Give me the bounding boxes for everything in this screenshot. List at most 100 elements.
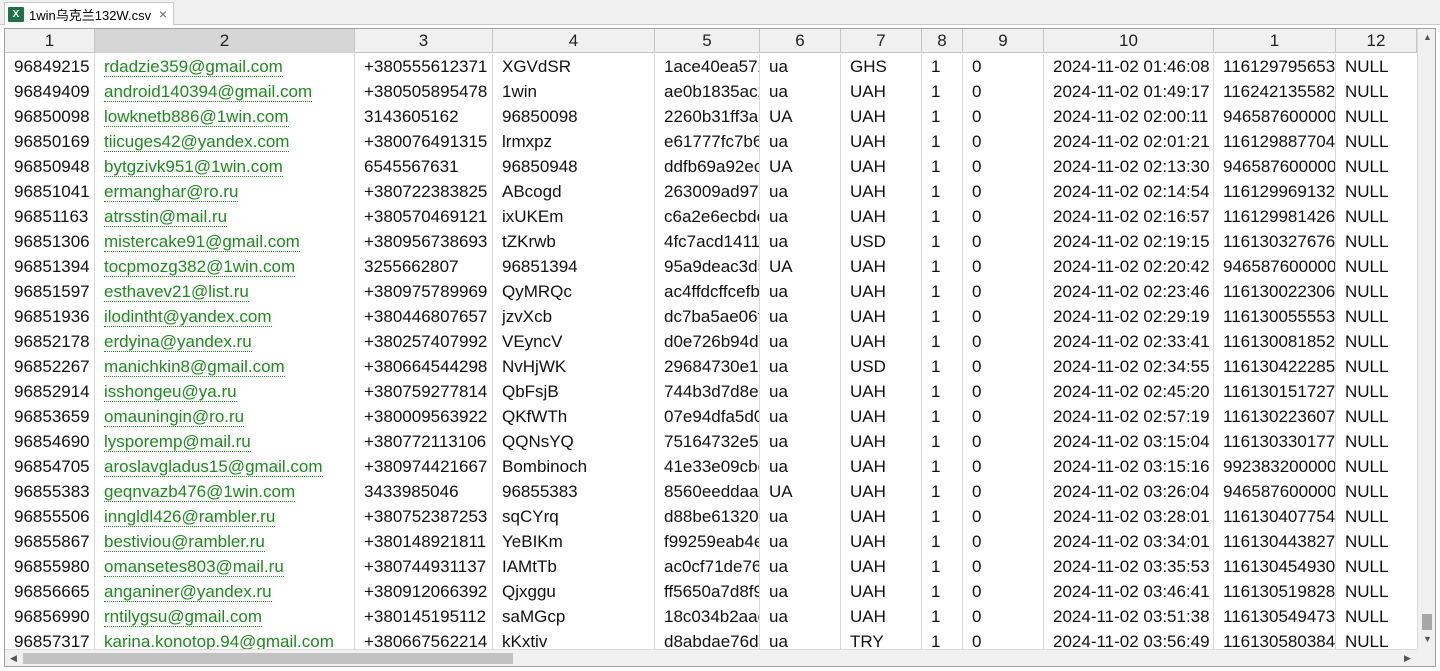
scroll-up-icon[interactable]: ▲: [1418, 29, 1435, 46]
column-header-1[interactable]: 1: [5, 29, 95, 53]
email-link[interactable]: esthavev21@list.ru: [104, 282, 249, 302]
table-cell[interactable]: 96851394: [500, 254, 655, 279]
table-cell[interactable]: +380974421667: [362, 454, 493, 479]
table-cell[interactable]: e61777fc7b60: [662, 129, 760, 154]
column-header-9[interactable]: 9: [963, 29, 1044, 53]
table-cell[interactable]: 0: [970, 529, 1044, 554]
table-row[interactable]: 96857317 karina.konotop.94@gmail.com +3806…: [5, 629, 1417, 649]
table-cell[interactable]: 1: [929, 504, 963, 529]
email-cell[interactable]: isshongeu@ya.ru: [102, 379, 355, 404]
table-cell[interactable]: NULL: [1343, 129, 1417, 154]
table-cell[interactable]: 96856665: [12, 579, 95, 604]
table-cell[interactable]: jzvXcb: [500, 304, 655, 329]
table-cell[interactable]: 1161298877049: [1221, 129, 1336, 154]
table-cell[interactable]: +380667562214: [362, 629, 493, 649]
email-cell[interactable]: ermanghar@ro.ru: [102, 179, 355, 204]
email-cell[interactable]: manichkin8@gmail.com: [102, 354, 355, 379]
table-cell[interactable]: 1161303276761: [1221, 229, 1336, 254]
email-link[interactable]: omansetes803@mail.ru: [104, 557, 284, 577]
table-cell[interactable]: IAMtTb: [500, 554, 655, 579]
email-link[interactable]: bytgzivk951@1win.com: [104, 157, 283, 177]
table-cell[interactable]: 1: [929, 304, 963, 329]
table-cell[interactable]: NULL: [1343, 279, 1417, 304]
table-cell[interactable]: UAH: [848, 129, 922, 154]
table-cell[interactable]: +380752387253: [362, 504, 493, 529]
table-cell[interactable]: UAH: [848, 329, 922, 354]
table-cell[interactable]: 3143605162: [362, 104, 493, 129]
table-cell[interactable]: UA: [767, 154, 841, 179]
table-cell[interactable]: 0: [970, 579, 1044, 604]
table-cell[interactable]: 1161304222857: [1221, 354, 1336, 379]
table-cell[interactable]: NULL: [1343, 379, 1417, 404]
table-cell[interactable]: UAH: [848, 104, 922, 129]
table-cell[interactable]: 1: [929, 429, 963, 454]
table-cell[interactable]: 96849409: [12, 79, 95, 104]
table-cell[interactable]: 96855980: [12, 554, 95, 579]
table-row[interactable]: 96855383 geqnvazb476@1win.com 3433985046 96…: [5, 479, 1417, 504]
column-header-6[interactable]: 6: [760, 29, 841, 53]
table-cell[interactable]: NULL: [1343, 329, 1417, 354]
table-cell[interactable]: 1161303301777: [1221, 429, 1336, 454]
table-cell[interactable]: 0: [970, 629, 1044, 649]
table-cell[interactable]: 1: [929, 479, 963, 504]
vertical-scroll-thumb[interactable]: [1422, 614, 1432, 630]
table-cell[interactable]: 1: [929, 79, 963, 104]
column-header-10[interactable]: 10: [1044, 29, 1214, 53]
table-cell[interactable]: UAH: [848, 404, 922, 429]
table-cell[interactable]: 946587600000: [1221, 154, 1336, 179]
table-cell[interactable]: 96851041: [12, 179, 95, 204]
table-cell[interactable]: 2024-11-02 02:13:30: [1051, 154, 1214, 179]
table-cell[interactable]: 1161302236072: [1221, 404, 1336, 429]
table-row[interactable]: 96851936 ilodintht@yandex.com +38044680765…: [5, 304, 1417, 329]
table-cell[interactable]: +380570469121: [362, 204, 493, 229]
table-cell[interactable]: ua: [767, 329, 841, 354]
table-cell[interactable]: 1: [929, 579, 963, 604]
table-cell[interactable]: 96851394: [12, 254, 95, 279]
email-link[interactable]: inngldl426@rambler.ru: [104, 507, 276, 527]
table-cell[interactable]: ua: [767, 554, 841, 579]
table-cell[interactable]: UA: [767, 254, 841, 279]
table-cell[interactable]: ua: [767, 429, 841, 454]
scroll-right-icon[interactable]: ▶: [1399, 650, 1416, 666]
table-cell[interactable]: +380744931137: [362, 554, 493, 579]
table-cell[interactable]: +380664544298: [362, 354, 493, 379]
table-row[interactable]: 96852914 isshongeu@ya.ru +380759277814 QbFs…: [5, 379, 1417, 404]
scroll-down-icon[interactable]: ▼: [1418, 631, 1435, 648]
table-cell[interactable]: UAH: [848, 604, 922, 629]
table-cell[interactable]: 1: [929, 154, 963, 179]
email-cell[interactable]: mistercake91@gmail.com: [102, 229, 355, 254]
table-cell[interactable]: 0: [970, 229, 1044, 254]
email-link[interactable]: anganiner@yandex.ru: [104, 582, 272, 602]
table-cell[interactable]: 0: [970, 479, 1044, 504]
email-cell[interactable]: rntilygsu@gmail.com: [102, 604, 355, 629]
email-link[interactable]: omauningin@ro.ru: [104, 407, 245, 427]
table-cell[interactable]: UAH: [848, 529, 922, 554]
table-row[interactable]: 96851306 mistercake91@gmail.com +380956738…: [5, 229, 1417, 254]
table-cell[interactable]: ua: [767, 629, 841, 649]
table-cell[interactable]: UAH: [848, 479, 922, 504]
table-cell[interactable]: UAH: [848, 204, 922, 229]
email-cell[interactable]: bytgzivk951@1win.com: [102, 154, 355, 179]
email-link[interactable]: mistercake91@gmail.com: [104, 232, 300, 252]
table-row[interactable]: 96849409 android140394@gmail.com +38050589…: [5, 79, 1417, 104]
table-cell[interactable]: UAH: [848, 579, 922, 604]
table-cell[interactable]: ua: [767, 579, 841, 604]
table-cell[interactable]: QKfWTh: [500, 404, 655, 429]
table-cell[interactable]: 2024-11-02 03:35:53: [1051, 554, 1214, 579]
table-cell[interactable]: UAH: [848, 504, 922, 529]
email-link[interactable]: isshongeu@ya.ru: [104, 382, 237, 402]
table-cell[interactable]: 96850169: [12, 129, 95, 154]
table-cell[interactable]: saMGcp: [500, 604, 655, 629]
table-cell[interactable]: 2024-11-02 03:56:49: [1051, 629, 1214, 649]
table-cell[interactable]: 0: [970, 204, 1044, 229]
email-link[interactable]: ermanghar@ro.ru: [104, 182, 239, 202]
table-cell[interactable]: NULL: [1343, 179, 1417, 204]
table-cell[interactable]: ua: [767, 404, 841, 429]
table-cell[interactable]: UAH: [848, 254, 922, 279]
table-cell[interactable]: 96855867: [12, 529, 95, 554]
table-cell[interactable]: 1ace40ea5727: [662, 54, 760, 79]
table-cell[interactable]: ua: [767, 279, 841, 304]
table-cell[interactable]: 1: [929, 54, 963, 79]
scroll-left-icon[interactable]: ◀: [5, 650, 22, 666]
table-cell[interactable]: ua: [767, 604, 841, 629]
